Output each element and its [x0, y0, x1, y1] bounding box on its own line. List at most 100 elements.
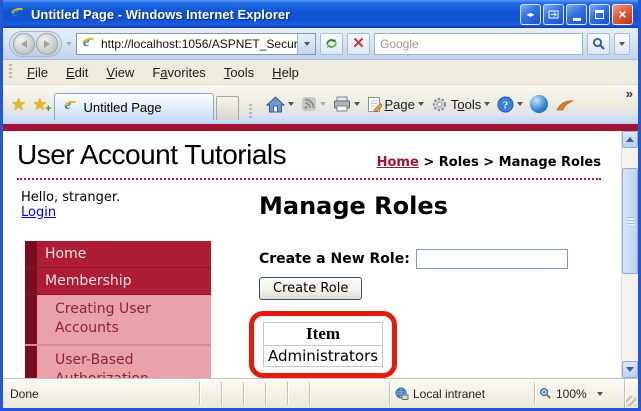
research-button[interactable] [555, 97, 575, 112]
favorites-center-button[interactable]: ★ [11, 96, 26, 113]
toolbar-overflow-button[interactable]: » [626, 86, 633, 101]
sidebar-item-home[interactable]: Home [25, 241, 211, 268]
new-tab-button[interactable] [215, 96, 239, 120]
create-role-input[interactable] [415, 249, 568, 269]
svg-text:?: ? [503, 99, 509, 111]
scroll-down-button[interactable] [622, 361, 638, 378]
status-segment [265, 382, 287, 405]
zoom-magnifier-icon [540, 388, 551, 399]
search-input[interactable] [375, 34, 582, 53]
menu-view[interactable]: View [97, 62, 143, 83]
scrollbar-thumb[interactable] [622, 168, 638, 274]
address-field[interactable]: http://localhost:1056/ASPNET_Security_Tu [76, 32, 316, 55]
status-bar: Done Local intranet 100% [3, 378, 638, 408]
zoom-level: 100% [556, 386, 587, 401]
nav-strip [25, 295, 37, 344]
sidebar-item-membership[interactable]: Membership [25, 268, 211, 295]
history-dropdown[interactable] [66, 41, 72, 46]
refresh-icon [326, 38, 337, 49]
home-button[interactable] [265, 95, 294, 113]
search-box[interactable] [374, 32, 583, 55]
search-icon [592, 37, 605, 50]
security-zone: Local intranet [389, 382, 534, 405]
address-dropdown-button[interactable] [297, 33, 315, 54]
minimize-button[interactable] [566, 3, 587, 25]
tab-untitled-page[interactable]: Untitled Page [53, 93, 214, 120]
nav-button-group [9, 30, 62, 57]
forward-icon [44, 39, 50, 48]
site-accent-bar [3, 124, 638, 131]
refresh-button[interactable] [320, 32, 343, 55]
stop-button[interactable]: ✕ [347, 32, 370, 55]
feeds-dropdown-icon [319, 102, 326, 106]
status-segment [309, 382, 389, 405]
messenger-button[interactable] [530, 95, 549, 113]
tab-favicon-icon [62, 97, 79, 115]
feeds-button[interactable] [301, 96, 326, 112]
zoom-dropdown-icon[interactable] [596, 391, 603, 396]
address-bar: http://localhost:1056/ASPNET_Security_Tu… [3, 28, 638, 60]
forward-button[interactable] [36, 32, 58, 55]
help-button[interactable]: ? [497, 96, 524, 113]
chevron-down-icon [619, 41, 625, 46]
sidebar: Hello, stranger. Login Home Membership C… [17, 190, 253, 378]
web-page: User Account Tutorials Home > Roles > Ma… [3, 131, 621, 378]
close-button[interactable]: × [612, 3, 633, 25]
home-dropdown-icon[interactable] [287, 102, 294, 106]
printer-icon [333, 96, 350, 112]
menu-favorites[interactable]: Favorites [143, 62, 214, 83]
roles-grid: Item Administrators [262, 322, 384, 367]
status-text: Done [10, 386, 39, 401]
page-dropdown-icon[interactable] [417, 102, 424, 106]
maximize-button[interactable] [589, 3, 610, 25]
url-text[interactable]: http://localhost:1056/ASPNET_Security_Tu [101, 37, 297, 51]
toolbar-icons: Page Tools ? [258, 95, 578, 120]
gear-icon [432, 97, 447, 111]
menu-help[interactable]: Help [263, 62, 308, 83]
site-title: User Account Tutorials [17, 139, 287, 170]
toolbar-grip[interactable] [9, 64, 12, 80]
browser-viewport: User Account Tutorials Home > Roles > Ma… [3, 131, 638, 378]
dotted-divider [17, 178, 601, 180]
search-button[interactable] [587, 32, 610, 55]
page-button[interactable]: Page [367, 96, 424, 113]
titlebar-arrows-button[interactable]: ◂▸ [520, 3, 541, 25]
tools-button[interactable]: Tools [431, 96, 491, 113]
main-content: Manage Roles Create a New Role: Create R… [249, 190, 601, 378]
breadcrumb-home-link[interactable]: Home [377, 155, 419, 170]
stop-icon: ✕ [352, 35, 365, 52]
create-role-button[interactable]: Create Role [259, 277, 363, 300]
menu-bar: File Edit View Favorites Tools Help [3, 60, 638, 85]
rss-icon [301, 97, 316, 111]
add-favorite-button[interactable]: ★ + [32, 96, 51, 115]
page-title: Manage Roles [259, 192, 448, 220]
print-button[interactable] [333, 96, 360, 112]
sidebar-item-creating-user-accounts[interactable]: Creating User Accounts [25, 295, 211, 346]
print-dropdown-icon[interactable] [353, 102, 360, 106]
vertical-scrollbar[interactable] [621, 131, 638, 378]
login-link[interactable]: Login [21, 205, 56, 220]
status-segment [221, 382, 243, 405]
page-button-label: Page [384, 96, 415, 112]
favorites-buttons: ★ ★ + [7, 96, 54, 120]
back-icon [21, 39, 27, 48]
help-icon: ? [497, 96, 514, 112]
ie-logo-icon [9, 4, 26, 22]
red-highlight-annotation: Item Administrators [249, 311, 398, 378]
scrollbar-track[interactable] [622, 274, 638, 361]
menu-file[interactable]: File [18, 62, 57, 83]
nav-strip [25, 345, 37, 378]
help-dropdown-icon[interactable] [517, 102, 524, 106]
search-options-button[interactable] [614, 32, 630, 55]
zone-label: Local intranet [413, 386, 486, 401]
resize-grip[interactable] [624, 379, 638, 408]
sidebar-item-user-based-authorization[interactable]: User-Based Authorization [25, 345, 211, 378]
dock-icon [548, 10, 559, 18]
scroll-up-button[interactable] [622, 131, 638, 148]
tools-dropdown-icon[interactable] [484, 102, 491, 106]
back-button[interactable] [13, 32, 35, 55]
titlebar-dock-button[interactable] [543, 3, 564, 25]
menu-edit[interactable]: Edit [57, 62, 97, 83]
zoom-control[interactable]: 100% [534, 382, 624, 405]
menu-tools[interactable]: Tools [215, 62, 263, 83]
